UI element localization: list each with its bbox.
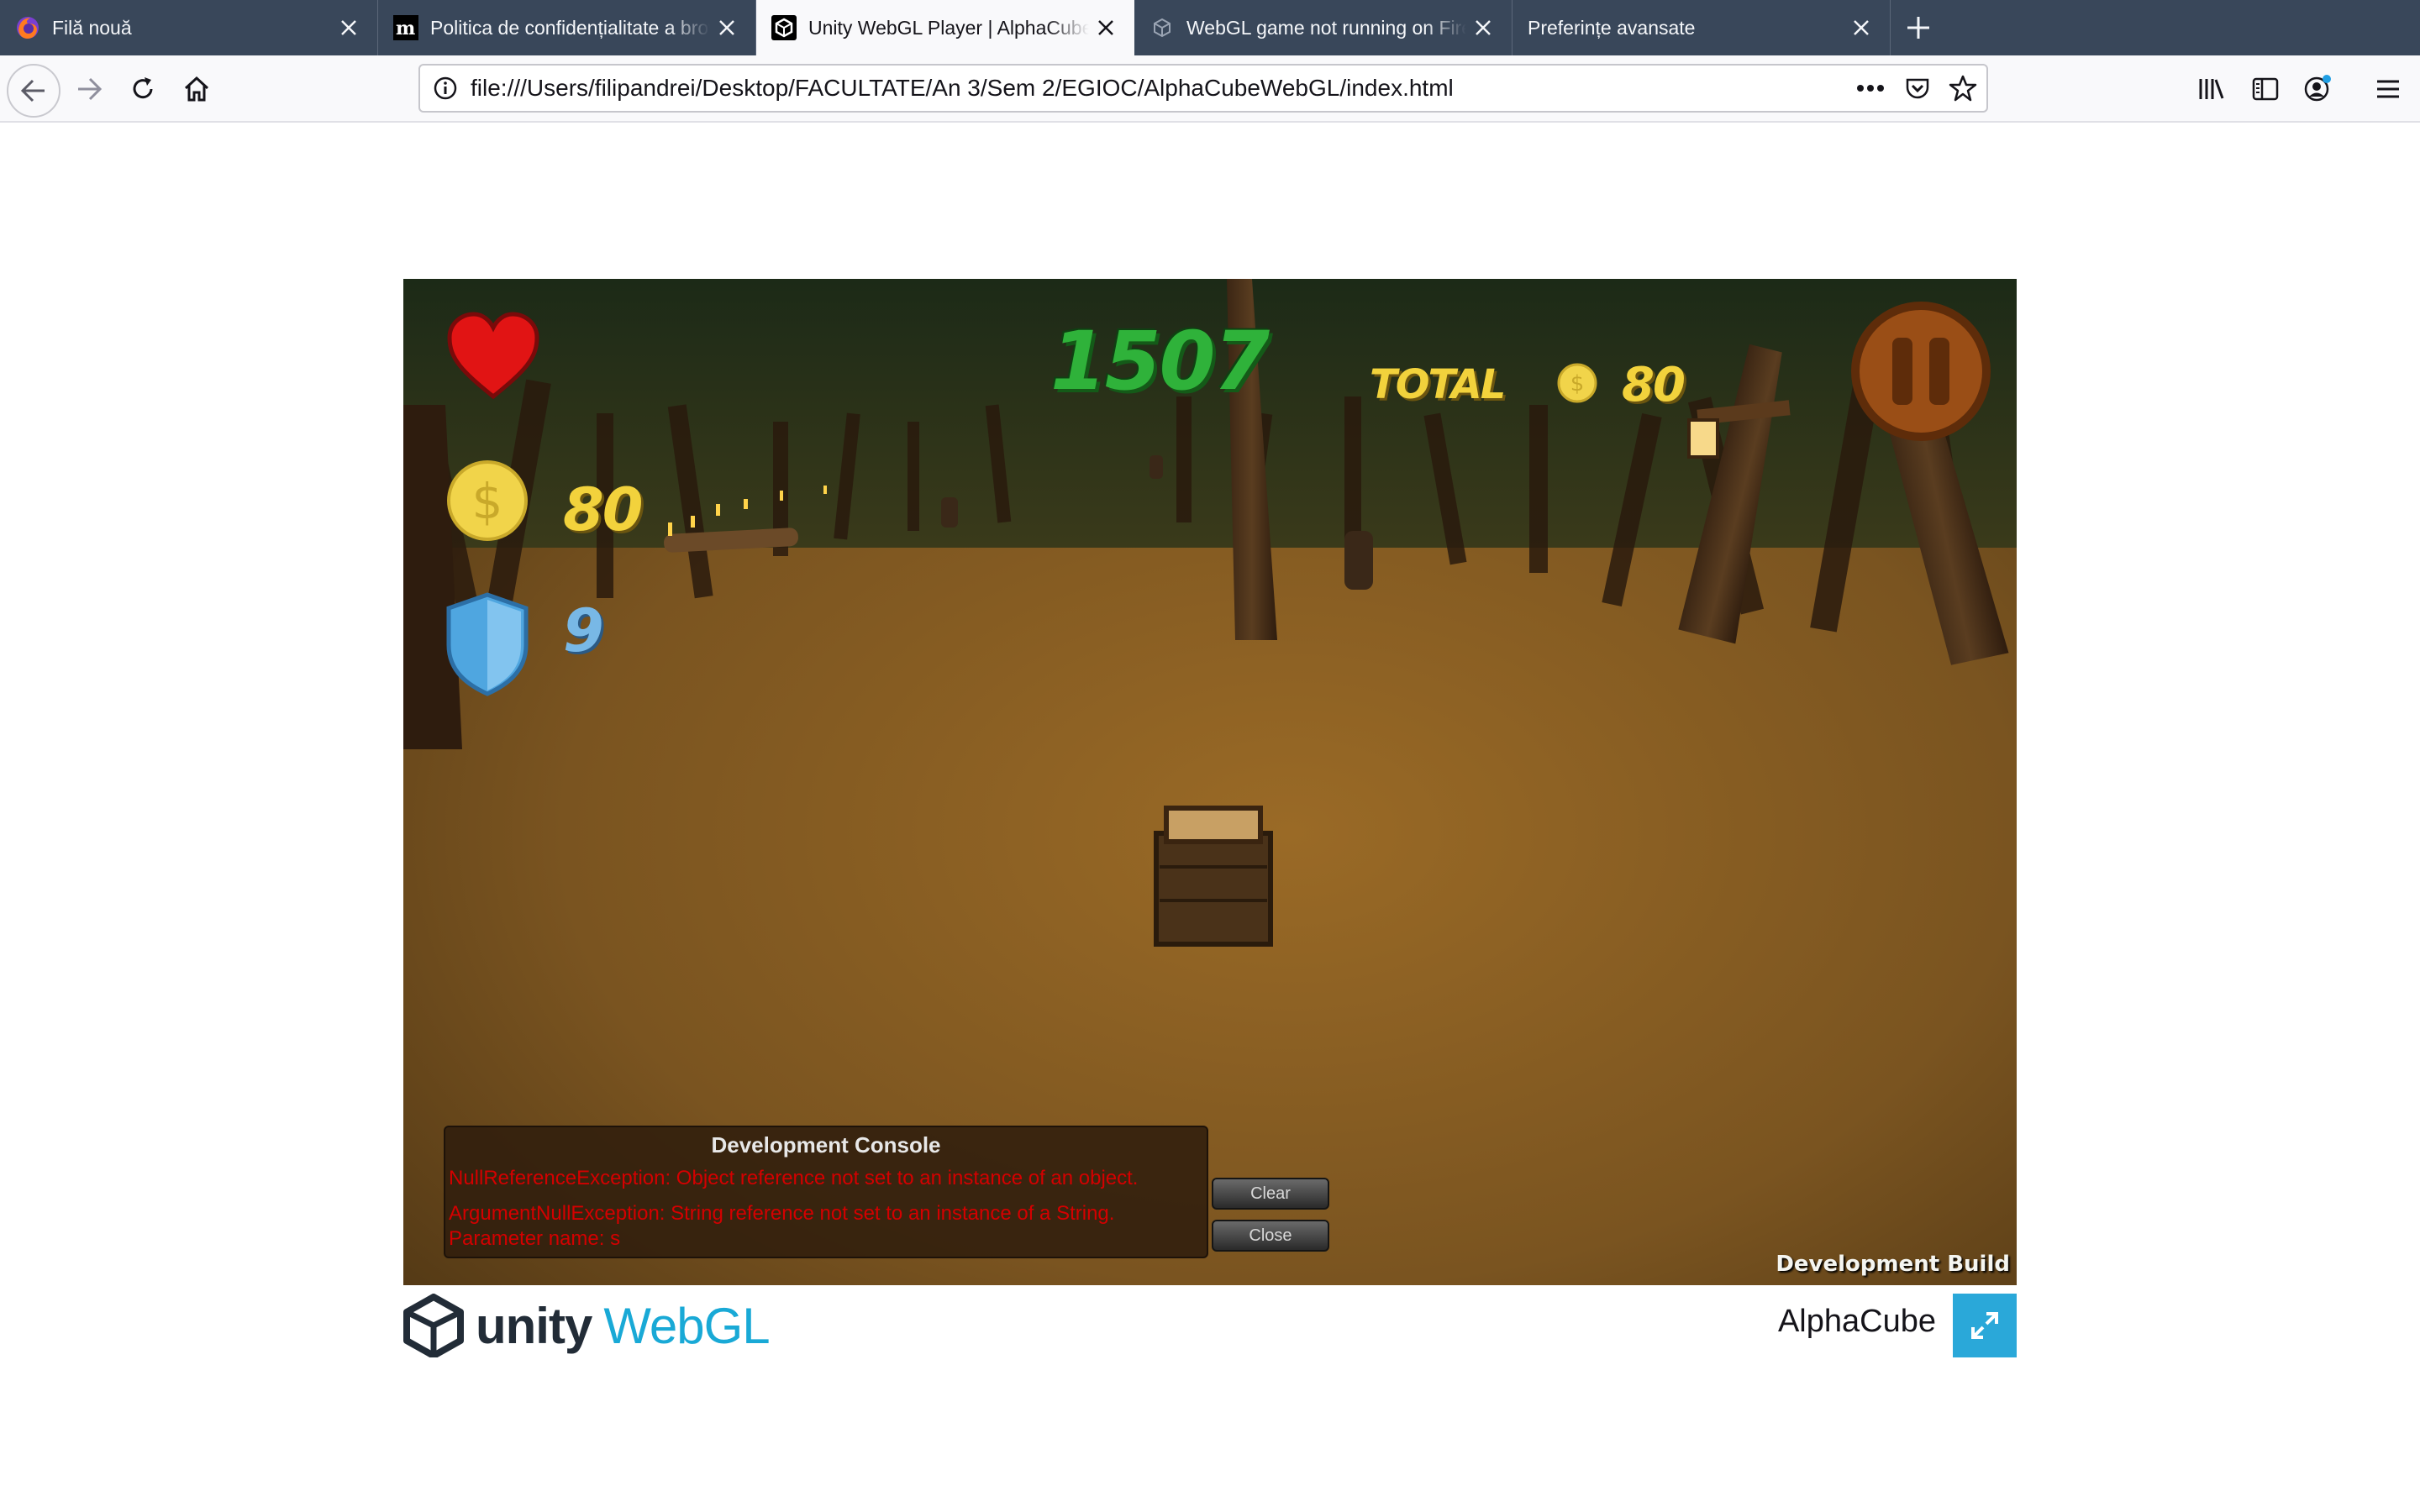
- tab-title: Preferințe avansate: [1528, 16, 1696, 39]
- svg-text:$: $: [1570, 371, 1585, 396]
- shields-value: 9: [563, 596, 604, 665]
- svg-text:m: m: [396, 18, 415, 39]
- unity-webgl-logo: unity WebGL: [402, 1292, 771, 1359]
- reload-icon: [133, 77, 153, 99]
- account-icon: [2304, 75, 2331, 102]
- arrow-right-icon: [78, 77, 103, 101]
- new-tab-button[interactable]: [1901, 10, 1936, 45]
- total-coins-value: 80: [1622, 358, 1686, 412]
- url-bar[interactable]: file:///Users/filipandrei/Desktop/FACULT…: [418, 64, 1988, 113]
- medium-icon: m: [393, 15, 418, 40]
- console-error-line: NullReferenceException: Object reference…: [449, 1167, 1139, 1189]
- close-tab-icon[interactable]: [710, 11, 744, 45]
- svg-text:$: $: [472, 473, 503, 530]
- development-build-label: Development Build: [1776, 1252, 2010, 1277]
- fullscreen-icon: [1971, 1312, 1998, 1339]
- total-label: TOTAL: [1370, 361, 1506, 408]
- close-tab-icon[interactable]: [1844, 11, 1878, 45]
- unity-icon: [771, 15, 797, 40]
- console-clear-button[interactable]: Clear: [1212, 1178, 1329, 1210]
- development-console: Development Console NullReferenceExcepti…: [444, 1126, 1208, 1258]
- fullscreen-button[interactable]: [1953, 1294, 2017, 1357]
- hamburger-menu-icon: [2377, 80, 2399, 98]
- home-button[interactable]: [173, 66, 220, 113]
- tab-title: Politica de confidențialitate a browseru…: [430, 16, 710, 39]
- reload-button[interactable]: [119, 66, 166, 113]
- forward-button[interactable]: [66, 66, 113, 113]
- navigation-toolbar: file:///Users/filipandrei/Desktop/FACULT…: [0, 55, 2420, 123]
- menu-button[interactable]: [2365, 66, 2412, 113]
- close-tab-icon[interactable]: [1466, 11, 1500, 45]
- coin-icon: $: [447, 460, 528, 541]
- close-tab-icon[interactable]: [332, 11, 366, 45]
- tab-new-tab[interactable]: Filă nouă: [0, 0, 378, 55]
- account-button[interactable]: [2294, 66, 2341, 113]
- library-icon: [2199, 79, 2224, 99]
- coins-value: 80: [563, 475, 643, 544]
- plus-icon: [1907, 17, 1929, 39]
- pocket-icon[interactable]: [1901, 71, 1934, 105]
- webgl-wordmark: WebGL: [603, 1297, 770, 1354]
- sidebar-button[interactable]: [2242, 66, 2289, 113]
- tab-webgl-not-running[interactable]: WebGL game not running on Firefox: [1134, 0, 1512, 55]
- total-coin-icon: $: [1557, 363, 1597, 403]
- tab-strip: Filă nouă m Politica de confidențialitat…: [0, 0, 2420, 55]
- console-title: Development Console: [711, 1132, 941, 1158]
- unity-game-canvas[interactable]: $ $ 1507 TOTAL 80 80 9 Development Conso…: [403, 279, 2017, 1285]
- info-icon[interactable]: [429, 71, 462, 105]
- console-error-line: ArgumentNullException: String reference …: [449, 1202, 1115, 1225]
- unity-logo-icon: [403, 1294, 464, 1357]
- close-tab-icon[interactable]: [1089, 11, 1123, 45]
- score-value: 1507: [1050, 314, 1270, 408]
- unity-outline-icon: [1150, 15, 1175, 40]
- bookmark-star-icon[interactable]: [1946, 71, 1980, 105]
- tab-privacy-policy[interactable]: m Politica de confidențialitate a browse…: [378, 0, 756, 55]
- unity-wordmark: unity: [476, 1297, 592, 1354]
- pause-button[interactable]: [1855, 306, 1986, 437]
- sidebar-icon: [2252, 77, 2279, 101]
- tab-advanced-preferences[interactable]: Preferințe avansate: [1512, 0, 1891, 55]
- firefox-icon: [15, 15, 40, 40]
- arrow-left-icon: [20, 79, 45, 102]
- game-title: AlphaCube: [1777, 1304, 1936, 1339]
- home-icon: [184, 76, 209, 102]
- tab-unity-webgl-player[interactable]: Unity WebGL Player | AlphaCube: [756, 0, 1134, 55]
- library-button[interactable]: [2188, 66, 2235, 113]
- tab-title: Unity WebGL Player | AlphaCube: [808, 16, 1089, 39]
- console-close-button[interactable]: Close: [1212, 1220, 1329, 1252]
- url-text: file:///Users/filipandrei/Desktop/FACULT…: [471, 75, 1454, 101]
- tab-title: WebGL game not running on Firefox: [1186, 16, 1466, 39]
- back-button[interactable]: [7, 64, 60, 118]
- page-actions-icon[interactable]: [1854, 71, 1887, 105]
- console-error-line: Parameter name: s: [449, 1227, 621, 1250]
- tab-title: Filă nouă: [52, 16, 132, 39]
